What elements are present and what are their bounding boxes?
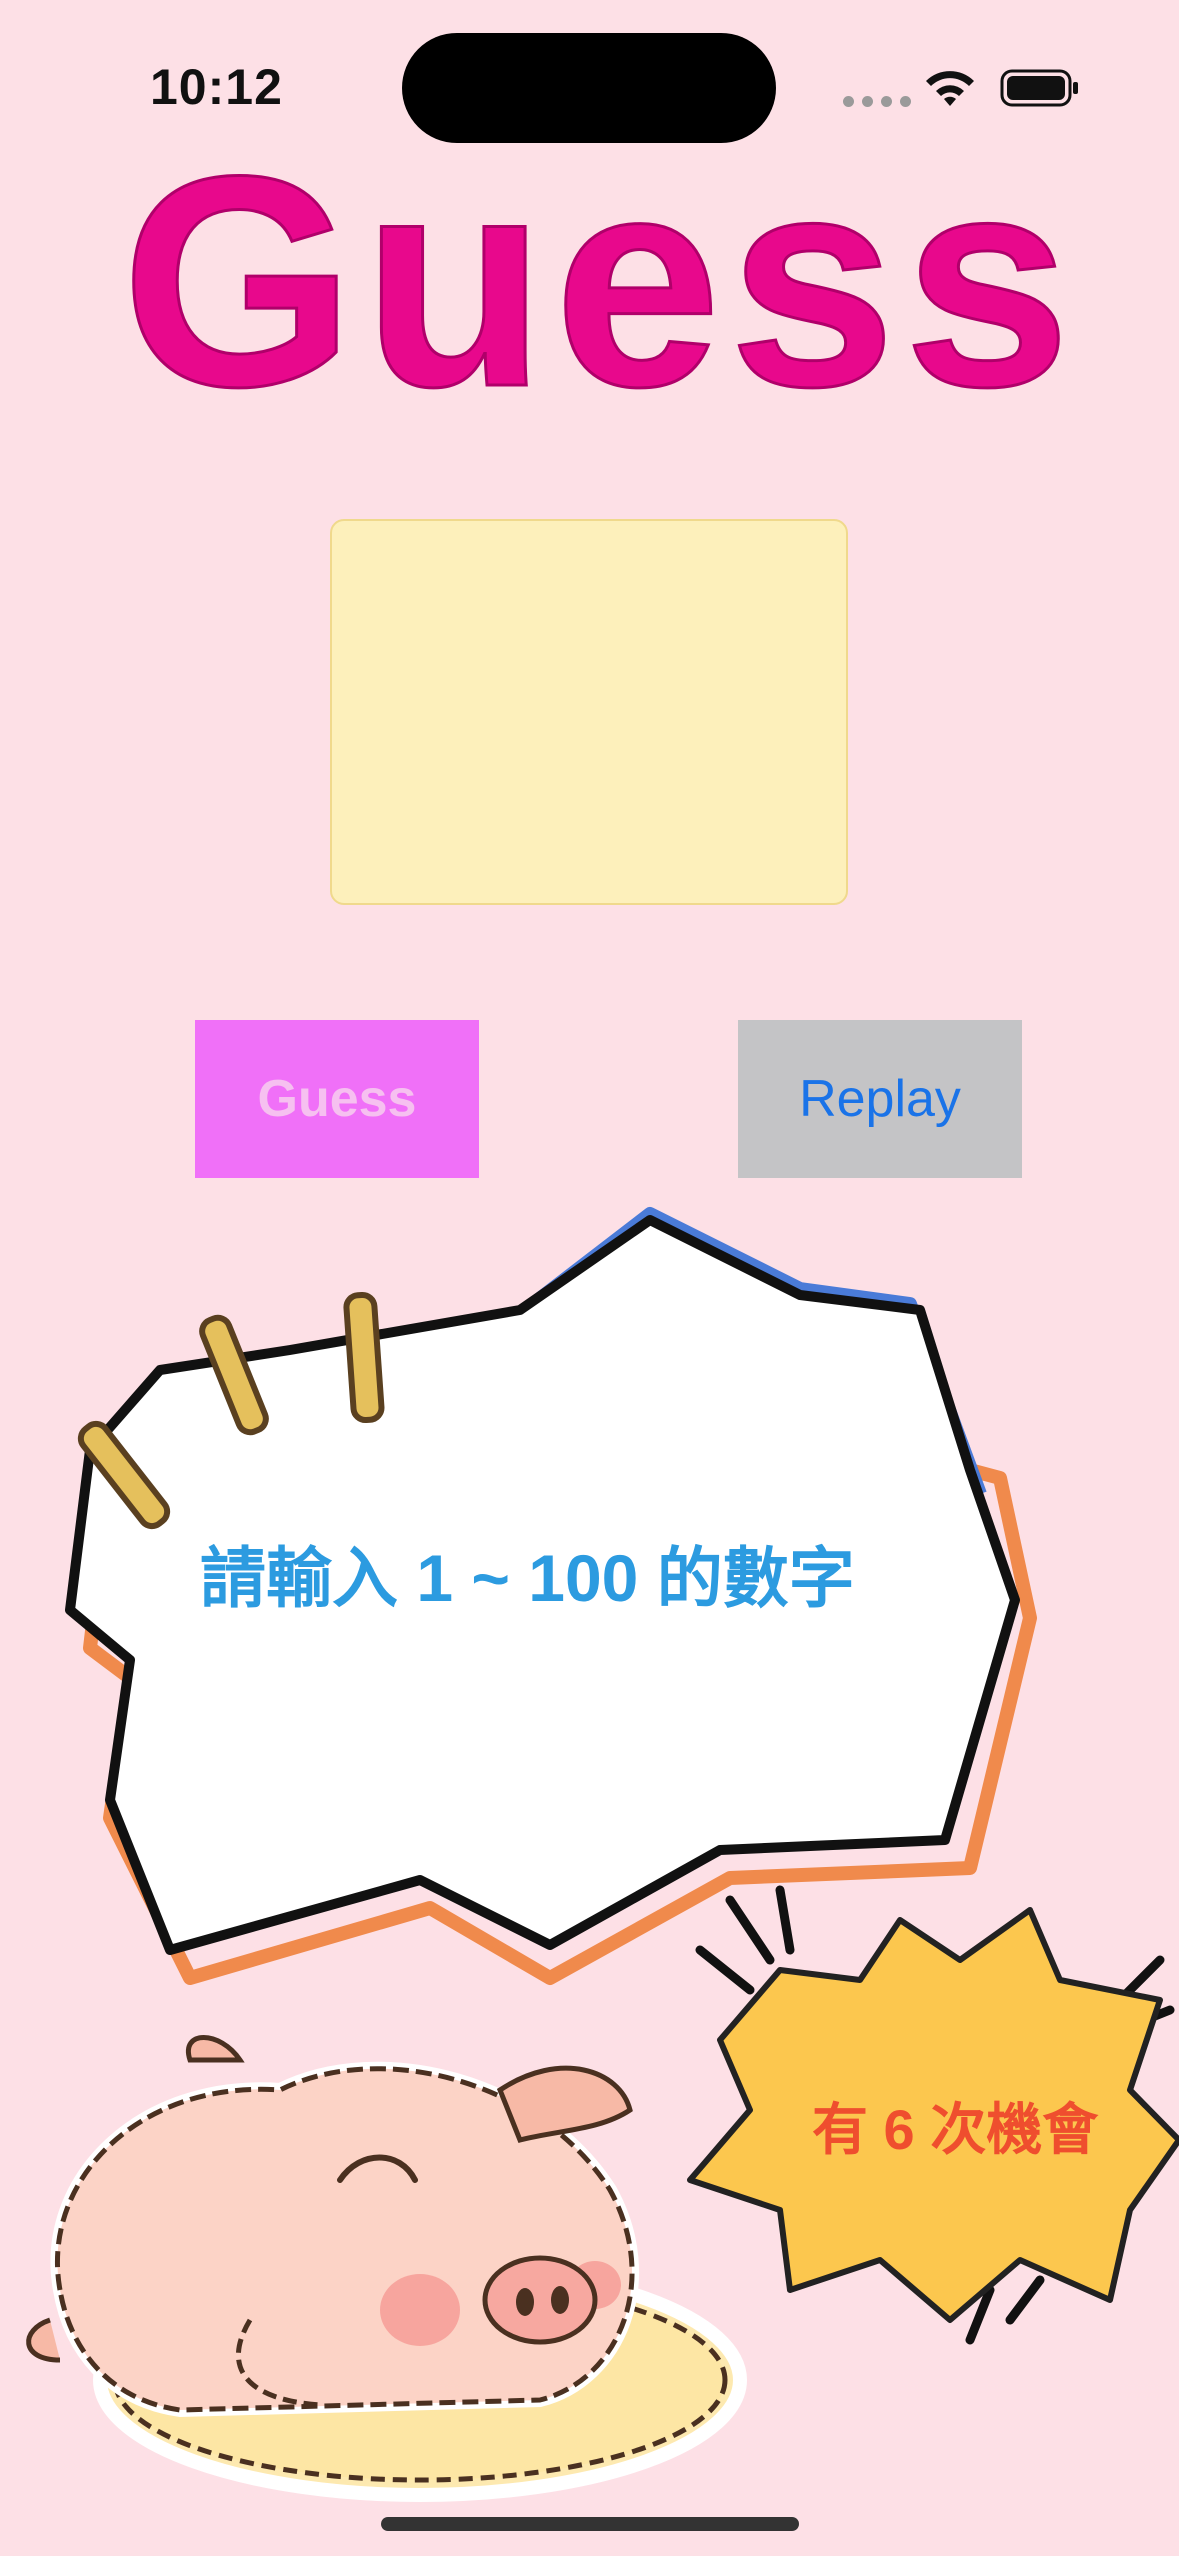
replay-button[interactable]: Replay [738, 1020, 1022, 1178]
signal-dots-icon [843, 96, 911, 107]
pig-illustration [20, 2020, 747, 2502]
chances-label: 有 6 次機會 [812, 2098, 1099, 2161]
battery-icon [1000, 68, 1080, 108]
wifi-icon [922, 66, 978, 110]
result-display [330, 519, 848, 905]
home-indicator [381, 2517, 799, 2531]
status-time: 10:12 [150, 59, 283, 115]
title-text: Guess [121, 113, 1078, 449]
guess-button[interactable]: Guess [195, 1020, 479, 1178]
prompt-label: 請輸入 1 ~ 100 的數字 [200, 1541, 855, 1615]
page-title: Guess [120, 112, 1072, 451]
